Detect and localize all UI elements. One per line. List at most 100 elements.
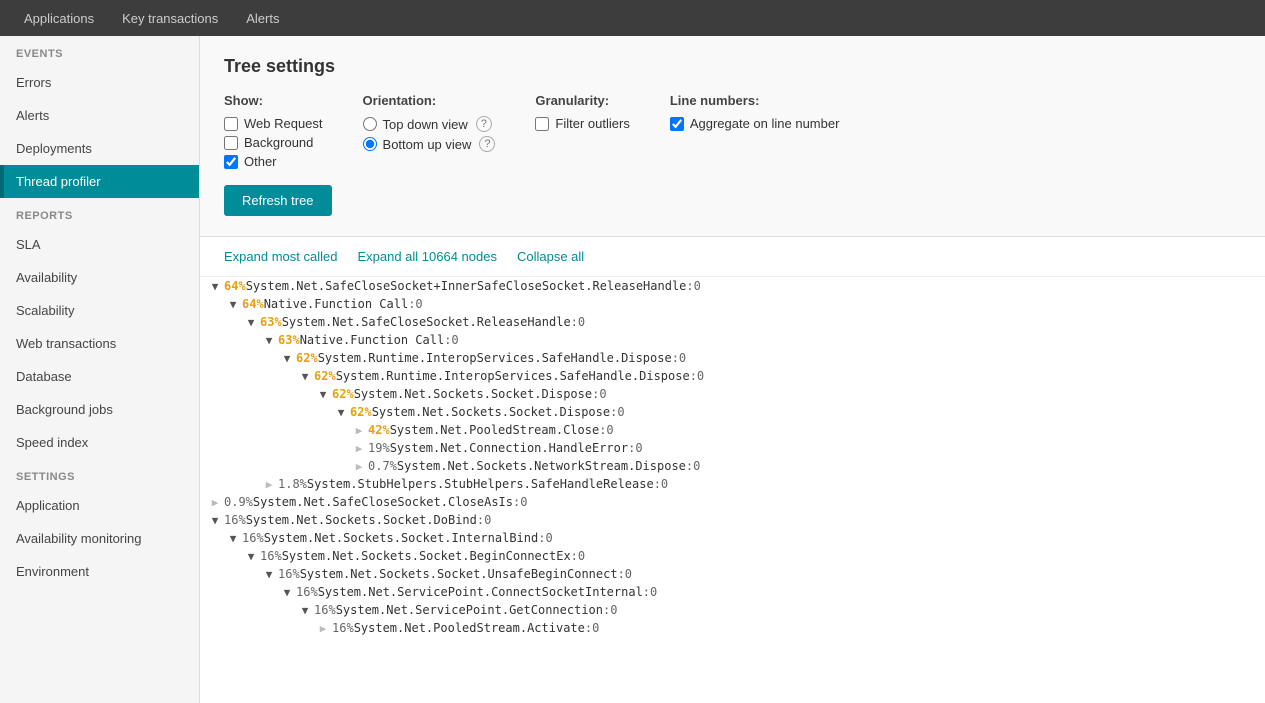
- tree-node[interactable]: 16% System.Net.ServicePoint.GetConnectio…: [200, 601, 1265, 619]
- top-nav: Applications Key transactions Alerts: [0, 0, 1265, 36]
- tree-toggle-icon[interactable]: [244, 316, 258, 329]
- tree-node[interactable]: 0.7% System.Net.Sockets.NetworkStream.Di…: [200, 457, 1265, 475]
- tree-toggle-icon[interactable]: [208, 280, 222, 293]
- tree-node-text: System.Net.Sockets.Socket.InternalBind: [264, 531, 539, 545]
- granularity-label: Granularity:: [535, 93, 629, 108]
- tree-toggle-icon[interactable]: [262, 478, 276, 491]
- tree-node[interactable]: 1.8% System.StubHelpers.StubHelpers.Safe…: [200, 475, 1265, 493]
- tree-node-text: System.Net.SafeCloseSocket+InnerSafeClos…: [246, 279, 687, 293]
- nav-applications[interactable]: Applications: [10, 0, 108, 36]
- sidebar-item-scalability[interactable]: Scalability: [0, 294, 199, 327]
- show-label: Show:: [224, 93, 323, 108]
- bottom-up-radio[interactable]: [363, 137, 377, 151]
- tree-node[interactable]: 19% System.Net.Connection.HandleError :0: [200, 439, 1265, 457]
- tree-toggle-icon[interactable]: [298, 604, 312, 617]
- filter-outliers-label: Filter outliers: [555, 116, 629, 131]
- tree-toggle-icon[interactable]: [244, 550, 258, 563]
- sidebar-item-availability[interactable]: Availability: [0, 261, 199, 294]
- tree-toggle-icon[interactable]: [226, 298, 240, 311]
- filter-outliers-checkbox[interactable]: [535, 117, 549, 131]
- tree-node[interactable]: 0.9% System.Net.SafeCloseSocket.CloseAsI…: [200, 493, 1265, 511]
- tree-toggle-icon[interactable]: [316, 388, 330, 401]
- sidebar-item-environment[interactable]: Environment: [0, 555, 199, 588]
- tree-node[interactable]: 63% Native.Function Call :0: [200, 331, 1265, 349]
- sidebar-item-errors[interactable]: Errors: [0, 66, 199, 99]
- tree-view: 64% System.Net.SafeCloseSocket+InnerSafe…: [200, 277, 1265, 657]
- top-down-view-option[interactable]: Top down view ?: [363, 116, 496, 132]
- tree-node[interactable]: 16% System.Net.Sockets.Socket.BeginConne…: [200, 547, 1265, 565]
- tree-node-pct: 16%: [224, 513, 246, 527]
- tree-node[interactable]: 63% System.Net.SafeCloseSocket.ReleaseHa…: [200, 313, 1265, 331]
- sidebar-item-database[interactable]: Database: [0, 360, 199, 393]
- tree-toggle-icon[interactable]: [226, 532, 240, 545]
- bottom-up-help-icon[interactable]: ?: [479, 136, 495, 152]
- tree-node[interactable]: 16% System.Net.ServicePoint.ConnectSocke…: [200, 583, 1265, 601]
- tree-node[interactable]: 62% System.Runtime.InteropServices.SafeH…: [200, 349, 1265, 367]
- settings-section-label: SETTINGS: [0, 459, 199, 489]
- background-checkbox[interactable]: [224, 136, 238, 150]
- tree-node-pct: 62%: [350, 405, 372, 419]
- web-request-checkbox[interactable]: [224, 117, 238, 131]
- sidebar-item-alerts[interactable]: Alerts: [0, 99, 199, 132]
- top-down-radio[interactable]: [363, 117, 377, 131]
- show-group: Show: Web Request Background Other: [224, 93, 323, 169]
- aggregate-line-checkbox[interactable]: [670, 117, 684, 131]
- sidebar-item-sla[interactable]: SLA: [0, 228, 199, 261]
- tree-node-text: System.Net.Sockets.Socket.UnsafeBeginCon…: [300, 567, 618, 581]
- tree-node[interactable]: 16% System.Net.PooledStream.Activate :0: [200, 619, 1265, 637]
- tree-node[interactable]: 62% System.Runtime.InteropServices.SafeH…: [200, 367, 1265, 385]
- tree-node[interactable]: 16% System.Net.Sockets.Socket.InternalBi…: [200, 529, 1265, 547]
- sidebar-item-availability-monitoring[interactable]: Availability monitoring: [0, 522, 199, 555]
- tree-node[interactable]: 16% System.Net.Sockets.Socket.UnsafeBegi…: [200, 565, 1265, 583]
- sidebar-item-deployments[interactable]: Deployments: [0, 132, 199, 165]
- tree-node-pct: 16%: [242, 531, 264, 545]
- tree-node-pct: 63%: [260, 315, 282, 329]
- tree-toggle-icon[interactable]: [316, 622, 330, 635]
- tree-node[interactable]: 64% Native.Function Call :0: [200, 295, 1265, 313]
- sidebar-item-speed-index[interactable]: Speed index: [0, 426, 199, 459]
- tree-node-num: :0: [672, 351, 686, 365]
- tree-toggle-icon[interactable]: [352, 424, 366, 437]
- nav-alerts[interactable]: Alerts: [232, 0, 293, 36]
- tree-node-pct: 16%: [260, 549, 282, 563]
- tree-node-pct: 62%: [314, 369, 336, 383]
- bottom-up-view-option[interactable]: Bottom up view ?: [363, 136, 496, 152]
- aggregate-line-label: Aggregate on line number: [690, 116, 840, 131]
- tree-toggle-icon[interactable]: [352, 442, 366, 455]
- refresh-tree-button[interactable]: Refresh tree: [224, 185, 332, 216]
- show-web-request[interactable]: Web Request: [224, 116, 323, 131]
- tree-toggle-icon[interactable]: [262, 334, 276, 347]
- tree-node-text: System.Net.Sockets.Socket.Dispose: [354, 387, 592, 401]
- tree-toggle-icon[interactable]: [298, 370, 312, 383]
- tree-toggle-icon[interactable]: [280, 586, 294, 599]
- tree-node[interactable]: 42% System.Net.PooledStream.Close :0: [200, 421, 1265, 439]
- tree-toggle-icon[interactable]: [280, 352, 294, 365]
- events-section-label: EVENTS: [0, 36, 199, 66]
- expand-most-called-link[interactable]: Expand most called: [224, 249, 337, 264]
- top-down-help-icon[interactable]: ?: [476, 116, 492, 132]
- tree-node-num: :0: [599, 423, 613, 437]
- tree-toggle-icon[interactable]: [334, 406, 348, 419]
- tree-toggle-icon[interactable]: [208, 514, 222, 527]
- tree-node[interactable]: 16% System.Net.Sockets.Socket.DoBind :0: [200, 511, 1265, 529]
- sidebar-item-web-transactions[interactable]: Web transactions: [0, 327, 199, 360]
- filter-outliers-option[interactable]: Filter outliers: [535, 116, 629, 131]
- sidebar-item-background-jobs[interactable]: Background jobs: [0, 393, 199, 426]
- collapse-all-link[interactable]: Collapse all: [517, 249, 584, 264]
- show-other[interactable]: Other: [224, 154, 323, 169]
- tree-toggle-icon[interactable]: [352, 460, 366, 473]
- tree-node[interactable]: 64% System.Net.SafeCloseSocket+InnerSafe…: [200, 277, 1265, 295]
- tree-toggle-icon[interactable]: [262, 568, 276, 581]
- other-checkbox[interactable]: [224, 155, 238, 169]
- bottom-up-label: Bottom up view: [383, 137, 472, 152]
- tree-node-text: System.StubHelpers.StubHelpers.SafeHandl…: [307, 477, 654, 491]
- sidebar-item-application[interactable]: Application: [0, 489, 199, 522]
- sidebar-item-thread-profiler[interactable]: Thread profiler: [0, 165, 199, 198]
- aggregate-line-option[interactable]: Aggregate on line number: [670, 116, 840, 131]
- expand-all-link[interactable]: Expand all 10664 nodes: [357, 249, 497, 264]
- nav-key-transactions[interactable]: Key transactions: [108, 0, 232, 36]
- tree-toggle-icon[interactable]: [208, 496, 222, 509]
- tree-node[interactable]: 62% System.Net.Sockets.Socket.Dispose :0: [200, 403, 1265, 421]
- show-background[interactable]: Background: [224, 135, 323, 150]
- tree-node[interactable]: 62% System.Net.Sockets.Socket.Dispose :0: [200, 385, 1265, 403]
